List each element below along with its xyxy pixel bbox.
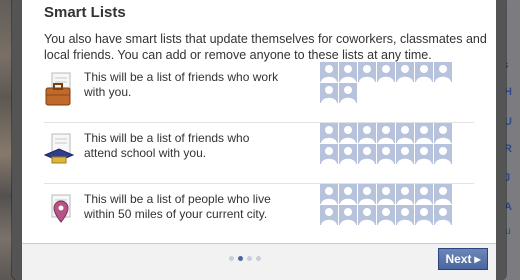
friend-placeholder-icon — [339, 205, 357, 225]
friend-placeholder-icon — [396, 144, 414, 164]
friend-placeholder-icon — [415, 144, 433, 164]
friend-placeholder-icon — [358, 184, 376, 204]
friend-placeholder-icon — [358, 62, 376, 82]
friend-placeholder-icon — [377, 62, 395, 82]
next-button-label: Next — [445, 252, 472, 266]
friend-placeholder-grid — [320, 184, 478, 226]
friend-placeholder-icon — [434, 144, 452, 164]
pagination-dot[interactable] — [238, 256, 243, 261]
friend-placeholder-icon — [320, 184, 338, 204]
dialog-intro-text: You also have smart lists that update th… — [44, 32, 487, 62]
smart-list-description: This will be a list of people who live w… — [84, 192, 271, 221]
friend-placeholder-icon — [415, 184, 433, 204]
chevron-right-icon: ▸ — [474, 252, 481, 266]
location-pin-icon — [44, 194, 76, 230]
friend-placeholder-grid — [320, 62, 478, 104]
friend-placeholder-icon — [415, 123, 433, 143]
friend-placeholder-icon — [377, 184, 395, 204]
smart-list-row-work: This will be a list of friends who work … — [44, 62, 474, 122]
friend-placeholder-icon — [434, 62, 452, 82]
friend-placeholder-icon — [339, 184, 357, 204]
graduation-cap-icon — [43, 133, 76, 169]
friend-placeholder-icon — [396, 184, 414, 204]
dialog-panel: Smart Lists You also have smart lists th… — [22, 0, 496, 280]
smart-list-description: This will be a list of friends who atten… — [84, 131, 250, 160]
friend-placeholder-icon — [339, 62, 357, 82]
smart-list-row-school: This will be a list of friends who atten… — [43, 122, 474, 183]
friend-placeholder-icon — [377, 205, 395, 225]
pagination-dot[interactable] — [256, 256, 261, 261]
friend-placeholder-icon — [339, 123, 357, 143]
friend-placeholder-icon — [320, 123, 338, 143]
smart-list-row-location: This will be a list of people who live w… — [44, 183, 474, 244]
friend-placeholder-icon — [377, 144, 395, 164]
smart-lists-dialog: Smart Lists You also have smart lists th… — [12, 0, 506, 280]
friend-placeholder-icon — [320, 205, 338, 225]
pagination-dot[interactable] — [247, 256, 252, 261]
friend-placeholder-icon — [396, 205, 414, 225]
pagination-dots — [229, 256, 261, 261]
dialog-title: Smart Lists — [44, 4, 126, 21]
friend-placeholder-icon — [434, 184, 452, 204]
friend-placeholder-icon — [320, 144, 338, 164]
friend-placeholder-icon — [434, 205, 452, 225]
friend-placeholder-icon — [434, 123, 452, 143]
next-button[interactable]: Next ▸ — [438, 248, 488, 270]
friend-placeholder-icon — [320, 62, 338, 82]
friend-placeholder-icon — [358, 123, 376, 143]
pagination-dot[interactable] — [229, 256, 234, 261]
friend-placeholder-icon — [396, 123, 414, 143]
friend-placeholder-icon — [358, 144, 376, 164]
friend-placeholder-icon — [339, 83, 357, 103]
friend-placeholder-icon — [396, 62, 414, 82]
smart-list-rows: This will be a list of friends who work … — [43, 62, 474, 244]
dialog-footer: Next ▸ — [22, 243, 496, 280]
friend-placeholder-icon — [415, 62, 433, 82]
friend-placeholder-icon — [415, 205, 433, 225]
friend-placeholder-icon — [320, 83, 338, 103]
friend-placeholder-icon — [339, 144, 357, 164]
smart-list-description: This will be a list of friends who work … — [84, 70, 279, 99]
friend-placeholder-icon — [358, 205, 376, 225]
friend-placeholder-grid — [320, 123, 478, 165]
friend-placeholder-icon — [377, 123, 395, 143]
briefcase-icon — [44, 72, 76, 108]
